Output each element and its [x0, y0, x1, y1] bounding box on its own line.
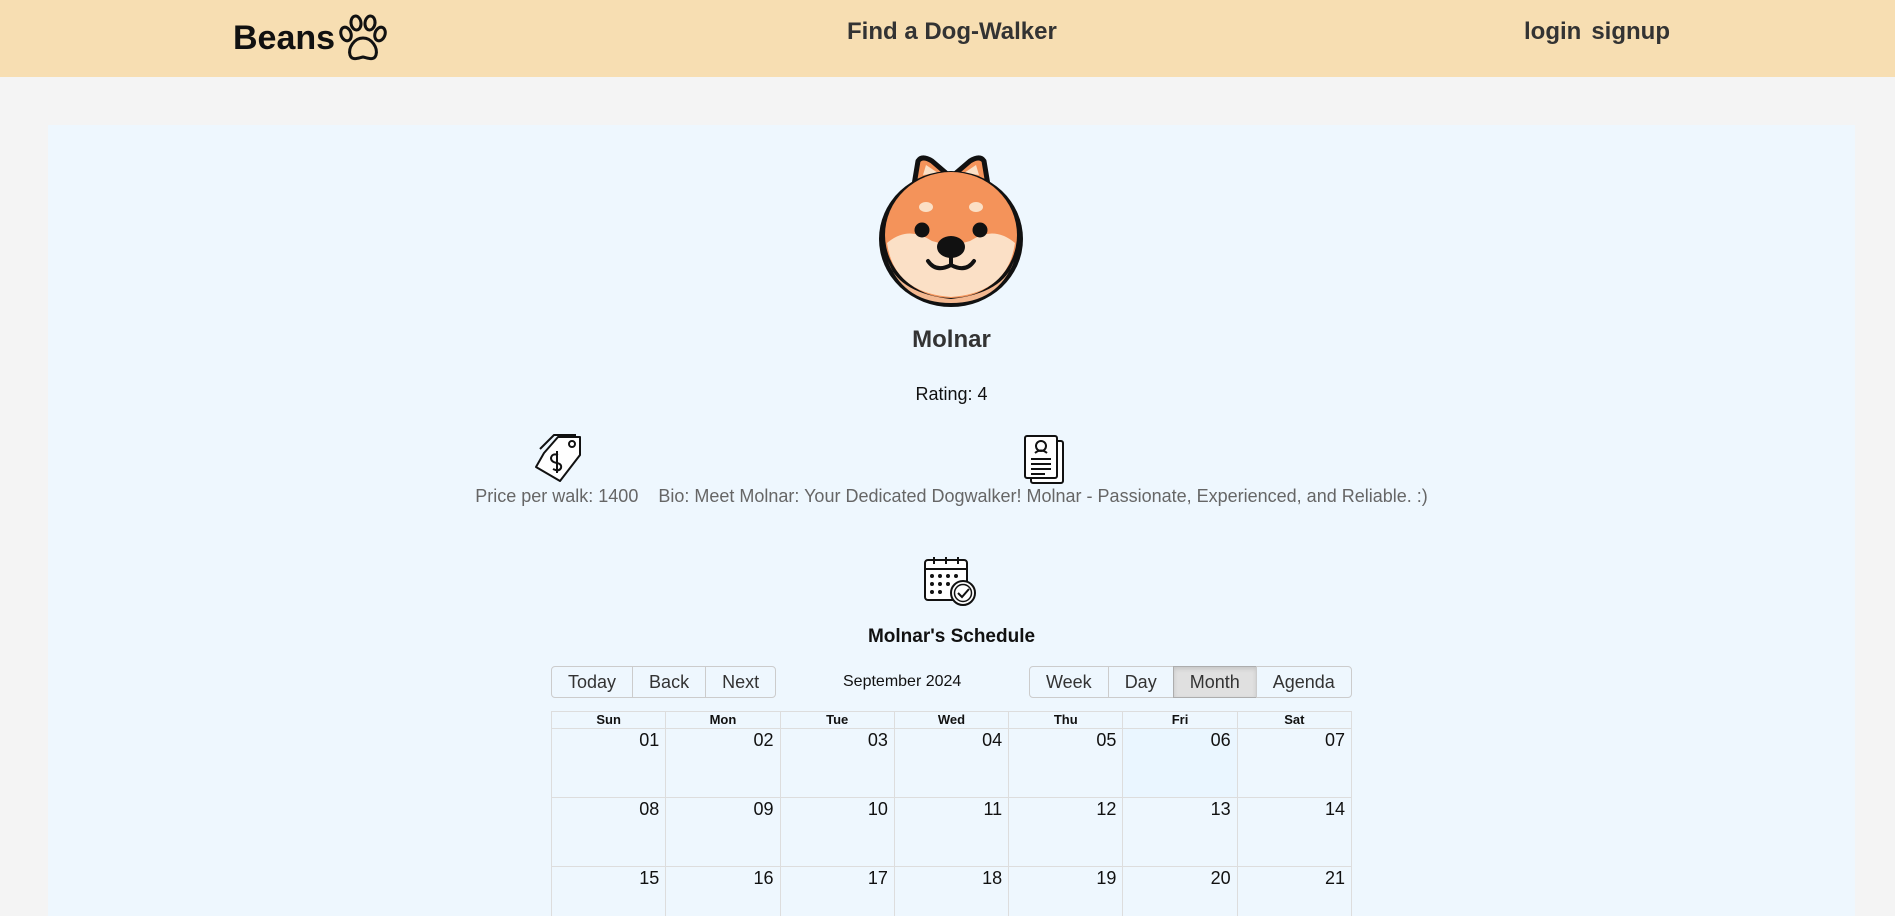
logo-link[interactable]: Beans — [233, 14, 389, 62]
day-number: 06 — [1210, 730, 1231, 750]
day-cell[interactable]: 02 — [665, 729, 779, 797]
today-button[interactable]: Today — [551, 666, 634, 698]
weekday-label: Sat — [1236, 712, 1351, 728]
day-number: 15 — [639, 868, 660, 888]
shiba-dog-avatar-icon — [879, 155, 1023, 307]
day-cell[interactable]: 16 — [665, 867, 779, 916]
walker-rating: Rating: 4 — [915, 384, 988, 404]
weekday-label: Thu — [1008, 712, 1122, 728]
calendar-nav-buttons: Today Back Next — [551, 666, 777, 698]
week-row: 15 16 17 18 19 20 21 — [552, 866, 1351, 916]
day-number: 04 — [982, 730, 1003, 750]
calendar-month-label: September 2024 — [843, 673, 962, 690]
find-dog-walker-link[interactable]: Find a Dog-Walker — [847, 18, 1057, 46]
day-number: 17 — [867, 868, 888, 888]
agenda-view-button[interactable]: Agenda — [1255, 666, 1352, 698]
day-number: 01 — [639, 730, 660, 750]
day-number: 10 — [867, 799, 888, 819]
weekday-label: Fri — [1122, 712, 1236, 728]
auth-links: login signup — [1524, 18, 1670, 46]
paw-icon — [339, 14, 387, 61]
day-cell[interactable]: 14 — [1236, 798, 1351, 866]
day-cell[interactable]: 04 — [893, 729, 1008, 797]
walker-name: Molnar — [912, 326, 991, 353]
day-number: 20 — [1210, 868, 1231, 888]
weekday-header: Sun Mon Tue Wed Thu Fri Sat — [552, 712, 1351, 728]
day-cell[interactable]: 09 — [665, 798, 779, 866]
day-number: 19 — [1096, 868, 1117, 888]
login-link[interactable]: login — [1524, 18, 1581, 46]
day-number: 11 — [983, 799, 1003, 819]
day-cell[interactable]: 13 — [1122, 798, 1236, 866]
month-view-button[interactable]: Month — [1172, 666, 1257, 698]
week-row: 01 02 03 04 05 06 07 — [552, 728, 1351, 797]
day-cell[interactable]: 21 — [1236, 867, 1351, 916]
week-view-button[interactable]: Week — [1029, 666, 1109, 698]
document-profile-icon — [1024, 435, 1064, 484]
walker-bio: Bio: Meet Molnar: Your Dedicated Dogwalk… — [658, 486, 1428, 506]
calendar-view-buttons: Week Day Month Agenda — [1029, 666, 1352, 698]
top-nav-bar: Beans Find a Dog-Walker login signup — [0, 0, 1895, 77]
weekday-label: Mon — [665, 712, 779, 728]
day-number: 16 — [753, 868, 774, 888]
day-cell[interactable]: 11 — [893, 798, 1008, 866]
day-view-button[interactable]: Day — [1107, 666, 1174, 698]
day-cell[interactable]: 10 — [779, 798, 894, 866]
weekday-label: Wed — [893, 712, 1008, 728]
day-cell[interactable]: 01 — [552, 729, 665, 797]
day-cell[interactable]: 15 — [552, 867, 665, 916]
day-cell[interactable]: 08 — [552, 798, 665, 866]
day-cell[interactable]: 05 — [1008, 729, 1122, 797]
day-number: 12 — [1096, 799, 1117, 819]
day-cell[interactable]: 19 — [1008, 867, 1122, 916]
month-calendar-grid: Sun Mon Tue Wed Thu Fri Sat 01 02 03 04 … — [551, 711, 1352, 916]
day-cell[interactable]: 17 — [779, 867, 894, 916]
day-number: 08 — [639, 799, 660, 819]
day-number: 18 — [982, 868, 1003, 888]
back-button[interactable]: Back — [632, 666, 707, 698]
week-row: 08 09 10 11 12 13 14 — [552, 797, 1351, 866]
day-number: 14 — [1324, 799, 1345, 819]
next-button[interactable]: Next — [705, 666, 777, 698]
logo-text: Beans — [233, 18, 336, 57]
day-number: 21 — [1324, 868, 1345, 888]
schedule-title: Molnar's Schedule — [867, 626, 1036, 647]
day-number: 03 — [867, 730, 888, 750]
day-cell[interactable]: 18 — [893, 867, 1008, 916]
day-number: 02 — [753, 730, 774, 750]
day-number: 05 — [1096, 730, 1117, 750]
day-cell[interactable]: 07 — [1236, 729, 1351, 797]
price-per-walk: Price per walk: 1400 — [475, 486, 639, 506]
weekday-label: Sun — [596, 712, 621, 727]
day-number: 13 — [1210, 799, 1231, 819]
day-cell-today[interactable]: 06 — [1122, 729, 1237, 797]
price-tag-icon — [535, 434, 581, 482]
day-cell[interactable]: 20 — [1122, 867, 1236, 916]
weekday-label: Tue — [779, 712, 894, 728]
calendar-clock-icon — [924, 557, 976, 606]
day-cell[interactable]: 03 — [779, 729, 894, 797]
day-number: 07 — [1324, 730, 1345, 750]
day-cell[interactable]: 12 — [1008, 798, 1122, 866]
signup-link[interactable]: signup — [1591, 18, 1670, 46]
walker-profile-panel: Molnar Rating: 4 Price per walk: 1400 Bio… — [48, 125, 1855, 916]
day-number: 09 — [753, 799, 774, 819]
walker-info-line: Price per walk: 1400 Bio: Meet Molnar: Yo… — [48, 486, 1855, 507]
